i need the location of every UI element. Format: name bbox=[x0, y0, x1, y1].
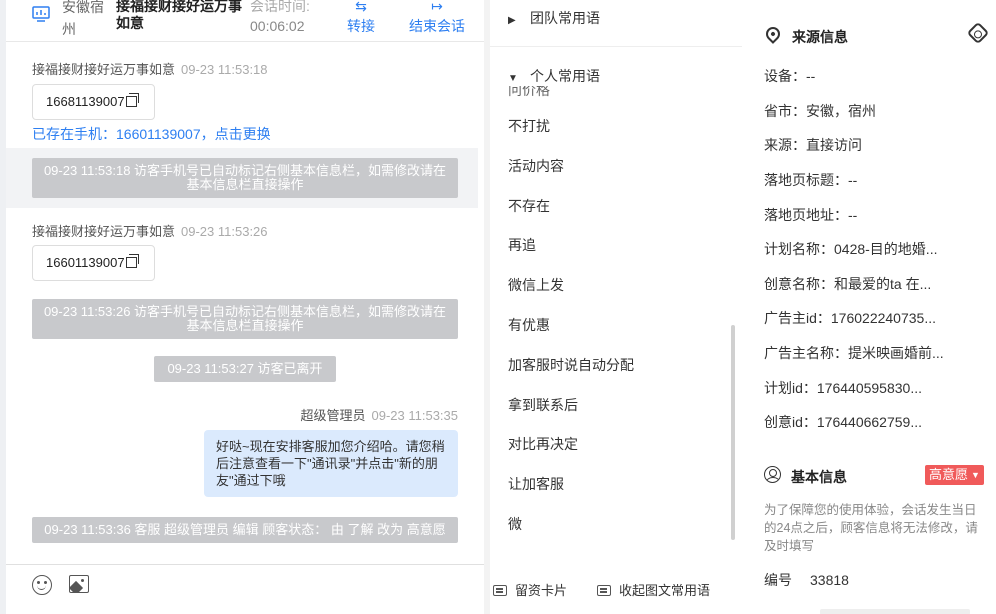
phrase-item[interactable]: 拿到联系后 bbox=[508, 395, 578, 415]
chat-panel: 安徽宿州 接福接财接好运万事如意 会话时间: 00:06:02 ⇆ 转接 ↦ 结… bbox=[6, 0, 490, 614]
edit-notice: 为了保障您的使用体验，会话发生当日的24点之后，顾客信息将无法修改，请及时填写 bbox=[764, 503, 978, 553]
chat-header: 安徽宿州 接福接财接好运万事如意 会话时间: 00:06:02 ⇆ 转接 ↦ 结… bbox=[6, 0, 490, 42]
info-province: 省市：安徽，宿州 bbox=[764, 103, 876, 119]
input-toolbar bbox=[6, 564, 490, 614]
phrase-item[interactable]: 有优惠 bbox=[508, 315, 550, 335]
info-landing-title: 落地页标题：-- bbox=[764, 172, 858, 188]
phone-card[interactable]: 16601139007 bbox=[32, 245, 155, 281]
phrase-item[interactable]: 对比再决定 bbox=[508, 434, 578, 454]
caret-right-icon: ▶ bbox=[508, 15, 516, 26]
phrase-list[interactable]: 问价格 不打扰 活动内容 不存在 再追 微信上发 有优惠 加客服时说自动分配 拿… bbox=[490, 86, 742, 556]
info-plan-id: 计划id：176440595830... bbox=[764, 380, 922, 396]
visitor-name: 接福接财接好运万事如意 bbox=[116, 0, 242, 31]
phrase-item[interactable]: 不打扰 bbox=[508, 116, 550, 136]
user-icon bbox=[764, 466, 781, 483]
agent-sender: 超级管理员 09-23 11:53:35 bbox=[300, 408, 458, 423]
session-time-label: 会话时间: bbox=[250, 0, 310, 14]
personal-phrases-group[interactable]: ▼ 个人常用语 bbox=[508, 66, 600, 86]
phrase-footer: 留资卡片 收起图文常用语 bbox=[490, 564, 742, 614]
system-message: 09-23 11:53:26 访客手机号已自动标记右侧基本信息栏，如需修改请在基… bbox=[32, 299, 458, 339]
phrase-item[interactable]: 让加客服 bbox=[508, 474, 564, 494]
session-time: 00:06:02 bbox=[250, 18, 305, 34]
caret-down-icon: ▼ bbox=[508, 73, 518, 84]
info-advertiser-name: 广告主名称：提米映画婚前... bbox=[764, 345, 944, 361]
divider bbox=[490, 46, 742, 47]
system-message: 09-23 11:53:18 访客手机号已自动标记右侧基本信息栏，如需修改请在基… bbox=[32, 158, 458, 198]
settings-icon[interactable] bbox=[966, 21, 990, 45]
phone-card[interactable]: 16681139007 bbox=[32, 84, 155, 120]
message-sender: 接福接财接好运万事如意 09-23 11:53:26 bbox=[32, 224, 268, 239]
transfer-button[interactable]: ⇆ 转接 bbox=[341, 0, 381, 36]
copy-icon[interactable] bbox=[125, 93, 139, 107]
phrase-item[interactable]: 活动内容 bbox=[508, 156, 564, 176]
transfer-icon: ⇆ bbox=[355, 0, 367, 14]
phrase-item[interactable]: 不存在 bbox=[508, 196, 550, 216]
exit-icon: ↦ bbox=[431, 0, 443, 14]
image-icon[interactable] bbox=[69, 575, 89, 593]
end-session-button[interactable]: ↦ 结束会话 bbox=[404, 0, 470, 36]
card-icon bbox=[493, 585, 507, 596]
next-field-input[interactable] bbox=[820, 609, 970, 614]
emoji-icon[interactable] bbox=[32, 575, 52, 595]
phrase-item[interactable]: 微 bbox=[508, 514, 522, 534]
number-field: 编号 33818 bbox=[764, 572, 849, 588]
info-creative-id: 创意id：176440662759... bbox=[764, 414, 922, 430]
system-message: 09-23 11:53:27 访客已离开 bbox=[154, 356, 336, 382]
phrase-scrollbar[interactable] bbox=[731, 325, 735, 540]
basic-info-title: 基本信息 bbox=[791, 469, 847, 485]
collapse-phrases-button[interactable]: 收起图文常用语 bbox=[597, 580, 710, 599]
agent-message-bubble: 好哒~现在安排客服加您介绍哈。请您稍后注意查看一下"通讯录"并点击"新的朋友"通… bbox=[204, 430, 458, 497]
location-pin-icon bbox=[763, 24, 783, 44]
lead-card-button[interactable]: 留资卡片 bbox=[493, 580, 567, 599]
source-info-title: 来源信息 bbox=[792, 29, 848, 45]
caret-down-icon: ▼ bbox=[971, 470, 980, 480]
visitor-info-panel: 来源信息 设备：-- 省市：安徽，宿州 来源：直接访问 落地页标题：-- 落地页… bbox=[742, 0, 996, 614]
phrase-item[interactable]: 加客服时说自动分配 bbox=[508, 355, 634, 375]
info-creative-name: 创意名称：和最爱的ta 在... bbox=[764, 276, 932, 292]
phrase-item[interactable]: 再追 bbox=[508, 235, 536, 255]
message-sender: 接福接财接好运万事如意 09-23 11:53:18 bbox=[32, 62, 268, 77]
phrases-panel: ▶ 团队常用语 ▼ 个人常用语 问价格 不打扰 活动内容 不存在 再追 微信上发 有… bbox=[490, 0, 742, 614]
phone-exists-link[interactable]: 已存在手机：16601139007，点击更换 bbox=[32, 124, 271, 144]
info-device: 设备：-- bbox=[764, 68, 816, 84]
phrase-item[interactable]: 问价格 bbox=[508, 86, 550, 100]
intent-status-dropdown[interactable]: 高意愿 ▼ bbox=[925, 465, 984, 485]
info-landing-url: 落地页地址：-- bbox=[764, 207, 858, 223]
visitor-location: 安徽宿州 bbox=[62, 0, 104, 37]
info-plan-name: 计划名称：0428-目的地婚... bbox=[764, 241, 938, 257]
message-icon bbox=[597, 585, 611, 596]
monitor-chart-icon bbox=[32, 6, 50, 22]
message-list[interactable]: 接福接财接好运万事如意 09-23 11:53:18 16681139007 已存… bbox=[6, 42, 490, 564]
info-source: 来源：直接访问 bbox=[764, 137, 862, 153]
team-phrases-group[interactable]: ▶ 团队常用语 bbox=[508, 8, 600, 28]
system-message: 09-23 11:53:36 客服 超级管理员 编辑 顾客状态： 由 了解 改为… bbox=[32, 517, 458, 543]
phrase-item[interactable]: 微信上发 bbox=[508, 275, 564, 295]
info-advertiser-id: 广告主id：176022240735... bbox=[764, 310, 936, 326]
copy-icon[interactable] bbox=[125, 254, 139, 268]
